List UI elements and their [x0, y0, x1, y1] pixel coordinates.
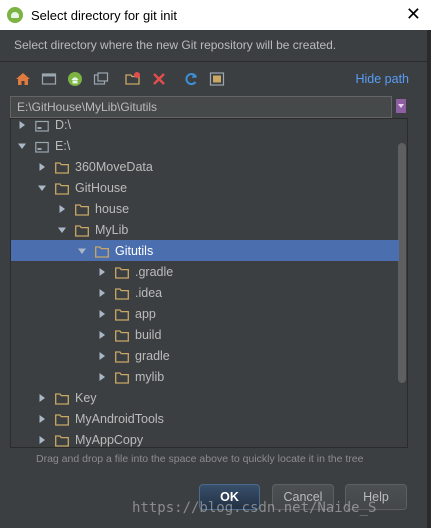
expand-arrow-right-icon[interactable] — [97, 330, 107, 340]
watermark: https://blog.csdn.net/Naide_S — [132, 500, 377, 516]
path-history-icon[interactable] — [395, 97, 407, 115]
tree-row[interactable]: .idea — [11, 282, 399, 303]
tree-row-label: gradle — [135, 348, 170, 363]
show-hidden-icon[interactable] — [208, 70, 226, 88]
tree-row[interactable]: MyAndroidTools — [11, 408, 399, 429]
tree-row-label: D:\ — [55, 118, 71, 132]
tree-row-label: MyAppCopy — [75, 432, 144, 447]
folder-icon — [55, 182, 69, 195]
hide-path-link[interactable]: Hide path — [355, 72, 409, 86]
drive-icon — [35, 119, 49, 132]
divider — [0, 61, 431, 62]
expand-arrow-right-icon[interactable] — [17, 120, 27, 130]
expand-arrow-down-icon[interactable] — [77, 246, 87, 256]
scrollbar-thumb[interactable] — [398, 143, 406, 383]
dialog-body: Select directory where the new Git repos… — [0, 30, 431, 528]
expand-arrow-right-icon[interactable] — [37, 162, 47, 172]
tree-row-label: 360MoveData — [75, 159, 153, 174]
tree-row[interactable]: .gradle — [11, 261, 399, 282]
expand-arrow-right-icon[interactable] — [37, 393, 47, 403]
tree-row[interactable]: mylib — [11, 366, 399, 387]
new-folder-icon[interactable] — [124, 70, 142, 88]
tree-row-label: E:\ — [55, 138, 71, 153]
folder-icon — [115, 266, 129, 279]
folder-icon — [115, 371, 129, 384]
tree-row-label: Key — [75, 390, 97, 405]
expand-arrow-right-icon[interactable] — [37, 435, 47, 445]
expand-arrow-right-icon[interactable] — [97, 288, 107, 298]
tree-row-selected[interactable]: Gitutils — [11, 240, 399, 261]
path-input[interactable] — [10, 96, 392, 118]
refresh-icon[interactable] — [182, 70, 200, 88]
tree-row-label: app — [135, 306, 156, 321]
android-project-icon[interactable] — [66, 70, 84, 88]
expand-arrow-right-icon[interactable] — [37, 414, 47, 424]
tree-row[interactable]: GitHouse — [11, 177, 399, 198]
tree-row-label: build — [135, 327, 162, 342]
folder-icon — [55, 392, 69, 405]
expand-arrow-right-icon[interactable] — [97, 309, 107, 319]
home-icon[interactable] — [14, 70, 32, 88]
dialog-description: Select directory where the new Git repos… — [14, 38, 337, 52]
folder-icon — [75, 224, 89, 237]
expand-arrow-right-icon[interactable] — [97, 372, 107, 382]
tree-row-label: MyLib — [95, 222, 129, 237]
window-title: Select directory for git init — [31, 7, 177, 23]
title-bar: Select directory for git init ✕ — [0, 0, 431, 30]
folder-icon — [115, 308, 129, 321]
tree-row-label: Gitutils — [115, 243, 154, 258]
close-button[interactable]: ✕ — [406, 4, 421, 24]
folder-icon — [55, 434, 69, 447]
folder-icon — [55, 413, 69, 426]
drive-icon — [35, 140, 49, 153]
tree-row[interactable]: gradle — [11, 345, 399, 366]
expand-arrow-down-icon[interactable] — [57, 225, 67, 235]
module-icon[interactable] — [92, 70, 110, 88]
android-studio-icon — [7, 7, 23, 23]
folder-icon — [115, 287, 129, 300]
drag-drop-hint: Drag and drop a file into the space abov… — [36, 453, 364, 465]
folder-icon — [95, 245, 109, 258]
expand-arrow-down-icon[interactable] — [37, 183, 47, 193]
expand-arrow-right-icon[interactable] — [57, 204, 67, 214]
tree-row-label: house — [95, 201, 130, 216]
tree-row[interactable]: build — [11, 324, 399, 345]
folder-icon — [55, 161, 69, 174]
tree-row[interactable]: MyAppCopy — [11, 429, 399, 447]
tree-row[interactable]: app — [11, 303, 399, 324]
expand-arrow-right-icon[interactable] — [97, 351, 107, 361]
folder-icon — [115, 350, 129, 363]
delete-icon[interactable] — [150, 70, 168, 88]
tree-row[interactable]: E:\ — [11, 135, 399, 156]
editor-edge — [427, 30, 431, 528]
tree-row[interactable]: MyLib — [11, 219, 399, 240]
folder-icon — [115, 329, 129, 342]
expand-arrow-down-icon[interactable] — [17, 141, 27, 151]
folder-icon — [75, 203, 89, 216]
tree-row[interactable]: D:\ — [11, 118, 399, 135]
tree-row[interactable]: house — [11, 198, 399, 219]
expand-arrow-right-icon[interactable] — [97, 267, 107, 277]
toolbar — [14, 70, 234, 88]
tree-row[interactable]: Key — [11, 387, 399, 408]
tree-row-label: mylib — [135, 369, 165, 384]
tree-row-label: .idea — [135, 285, 163, 300]
tree-row-label: GitHouse — [75, 180, 128, 195]
tree-row[interactable]: 360MoveData — [11, 156, 399, 177]
tree-row-label: .gradle — [135, 264, 174, 279]
desktop-icon[interactable] — [40, 70, 58, 88]
tree-row-label: MyAndroidTools — [75, 411, 164, 426]
directory-tree[interactable]: D:\ E:\ 360MoveData GitHouse house MyLib Gitut… — [10, 118, 408, 448]
